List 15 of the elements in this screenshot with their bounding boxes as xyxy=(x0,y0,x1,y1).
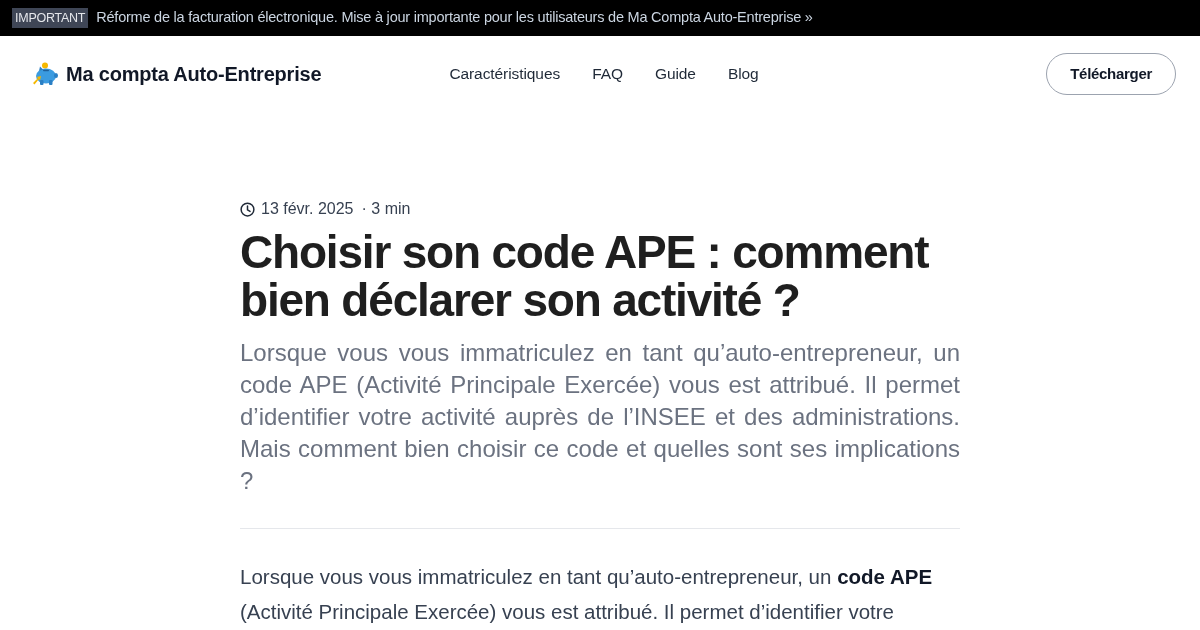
nav-link[interactable]: Blog xyxy=(727,62,759,86)
nav-link[interactable]: FAQ xyxy=(592,62,623,86)
nav-link[interactable]: Caractéristiques xyxy=(449,62,561,86)
piggy-bank-icon xyxy=(32,62,58,86)
important-badge: IMPORTANT xyxy=(12,8,89,28)
announcement-link[interactable]: Réforme de la facturation électronique. Mise à jour importante pour les utilisateurs de Ma Compta Auto-Entreprise » xyxy=(96,7,813,29)
article-lead: Lorsque vous vous immatriculez en tant qu’auto-entrepreneur, un code APE (Activité Principale Exercée) vous est attribué. Il permet d’identifier votre activité auprès de l’INSEE et des administrations. Mais comment bien choisir ce code et quelles sont ses implications ? xyxy=(240,338,960,496)
article-title: Choisir son code APE : comment bien déclarer son activité ? xyxy=(240,228,930,324)
reading-time: · 3 min xyxy=(361,199,411,219)
nav-link[interactable]: Guide xyxy=(654,62,696,86)
download-button[interactable]: Télécharger xyxy=(1046,53,1176,95)
publish-date: 13 févr. 2025 xyxy=(261,199,354,219)
clock-icon xyxy=(240,201,255,217)
body-paragraph: Lorsque vous vous immatriculez en tant qu’auto-entrepreneur, un code APE (Activité Principale Exercée) vous est attribué. Il permet d’identifier votre xyxy=(240,564,934,625)
brand-name[interactable]: Ma compta Auto-Entreprise xyxy=(66,59,322,89)
